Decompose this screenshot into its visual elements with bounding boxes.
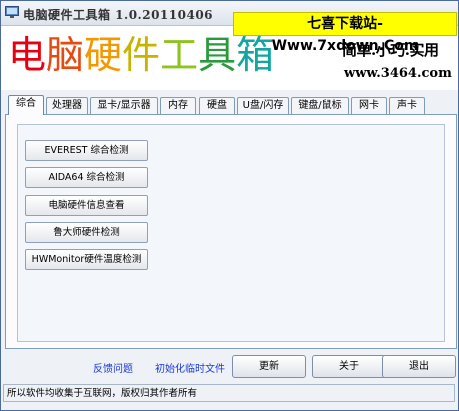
logo-char: 硬 [84, 33, 123, 77]
tab-network-card[interactable]: 网卡 [351, 97, 387, 114]
app-window: 电脑硬件工具箱 1.0.20110406 七喜下载站-Www.7xdown.Co… [0, 0, 459, 411]
category-tabs: 综合 处理器 显卡/显示器 内存 硬盘 U盘/闪存 键盘/鼠标 网卡 声卡 [4, 95, 456, 115]
tab-harddisk[interactable]: 硬盘 [199, 97, 235, 114]
tab-keyboard-mouse[interactable]: 键盘/鼠标 [291, 97, 349, 114]
update-button[interactable]: 更新 [232, 355, 306, 378]
hardware-info-button[interactable]: 电脑硬件信息查看 [25, 195, 148, 216]
logo-char: 箱 [236, 33, 275, 77]
tab-usb-flash[interactable]: U盘/闪存 [237, 97, 289, 114]
feedback-link[interactable]: 反馈问题 [93, 360, 133, 375]
everest-button[interactable]: EVEREST 综合检测 [25, 140, 148, 161]
status-bar: 所以软件均收集于互联网，版权归其作者所有 [3, 384, 455, 402]
exit-button[interactable]: 退出 [382, 355, 456, 378]
tab-gpu-display[interactable]: 显卡/显示器 [90, 97, 158, 114]
tab-memory[interactable]: 内存 [160, 97, 196, 114]
ludashi-button[interactable]: 鲁大师硬件检测 [25, 222, 148, 243]
tab-cpu[interactable]: 处理器 [46, 97, 88, 114]
aida64-button[interactable]: AIDA64 综合检测 [25, 167, 148, 188]
watermark-banner: 七喜下载站-Www.7xdown.Com [233, 12, 457, 54]
tab-panel-general: EVEREST 综合检测 AIDA64 综合检测 电脑硬件信息查看 鲁大师硬件检… [5, 114, 457, 349]
app-icon [5, 6, 19, 18]
tab-general[interactable]: 综合 [8, 95, 44, 115]
app-logo-text: 电脑硬件工具箱 [8, 31, 274, 79]
init-temp-files-link[interactable]: 初始化临时文件 [155, 360, 225, 375]
window-title: 电脑硬件工具箱 1.0.20110406 [23, 8, 214, 22]
logo-char: 电 [8, 33, 47, 77]
logo-char: 件 [122, 33, 161, 77]
site-url: www.3464.com [344, 66, 452, 81]
tab-sound-card[interactable]: 声卡 [389, 97, 425, 114]
logo-char: 脑 [46, 33, 85, 77]
logo-char: 具 [198, 33, 237, 77]
tool-group: EVEREST 综合检测 AIDA64 综合检测 电脑硬件信息查看 鲁大师硬件检… [17, 124, 445, 342]
hwmonitor-button[interactable]: HWMonitor硬件温度检测 [25, 249, 148, 270]
about-button[interactable]: 关于 [312, 355, 386, 378]
logo-char: 工 [160, 33, 199, 77]
